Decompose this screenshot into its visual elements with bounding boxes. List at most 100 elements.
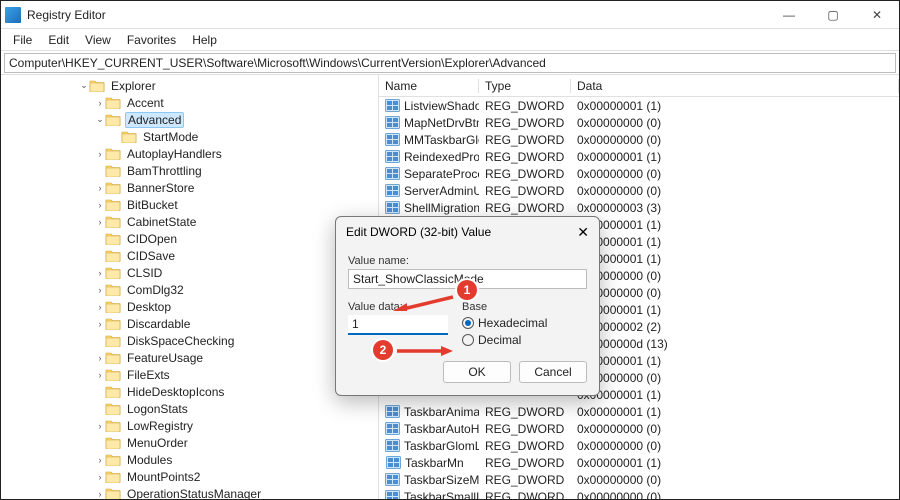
tree-item[interactable]: CIDSave (1, 247, 378, 264)
value-row[interactable]: ServerAdminUIREG_DWORD0x00000000 (0) (379, 182, 899, 199)
menu-help[interactable]: Help (186, 31, 223, 49)
chevron-right-icon[interactable]: › (95, 98, 105, 108)
tree-item[interactable]: ›Accent (1, 94, 378, 111)
col-type[interactable]: Type (479, 79, 571, 93)
value-data: 0x00000001 (1) (571, 150, 899, 164)
value-row[interactable]: TaskbarMnREG_DWORD0x00000001 (1) (379, 454, 899, 471)
minimize-button[interactable]: — (767, 1, 811, 28)
tree-item[interactable]: ›AutoplayHandlers (1, 145, 378, 162)
menu-view[interactable]: View (79, 31, 117, 49)
tree-item-label: DiskSpaceChecking (125, 334, 236, 348)
tree-item[interactable]: ›FeatureUsage (1, 349, 378, 366)
tree-item[interactable]: ›ComDlg32 (1, 281, 378, 298)
radio-hexadecimal[interactable]: Hexadecimal (462, 316, 547, 330)
folder-icon (105, 470, 121, 483)
chevron-right-icon[interactable]: › (95, 319, 105, 329)
tree-item[interactable]: ›Discardable (1, 315, 378, 332)
chevron-right-icon[interactable]: › (95, 489, 105, 499)
address-input[interactable] (4, 53, 896, 73)
tree-item[interactable]: ›CabinetState (1, 213, 378, 230)
value-data-input[interactable] (348, 315, 448, 335)
tree-item[interactable]: ›BitBucket (1, 196, 378, 213)
tree-item[interactable]: LogonStats (1, 400, 378, 417)
address-bar (1, 51, 899, 75)
chevron-right-icon[interactable]: › (95, 183, 105, 193)
value-row[interactable]: TaskbarAnimati...REG_DWORD0x00000001 (1) (379, 403, 899, 420)
tree-item[interactable]: › BannerStore (1, 179, 378, 196)
value-row[interactable]: MapNetDrvBtnREG_DWORD0x00000000 (0) (379, 114, 899, 131)
value-row[interactable]: TaskbarSizeMoveREG_DWORD0x00000000 (0) (379, 471, 899, 488)
tree-item[interactable]: BamThrottling (1, 162, 378, 179)
value-type: REG_DWORD (479, 473, 571, 487)
value-row[interactable]: ReindexedProfileREG_DWORD0x00000001 (1) (379, 148, 899, 165)
value-data: 0x00000001 (1) (571, 354, 899, 368)
tree-item[interactable]: StartMode (1, 128, 378, 145)
ok-button[interactable]: OK (443, 361, 511, 383)
chevron-right-icon[interactable]: › (95, 353, 105, 363)
menu-file[interactable]: File (7, 31, 38, 49)
tree-item[interactable]: CIDOpen (1, 230, 378, 247)
radio-dec-icon (462, 334, 474, 346)
value-name: TaskbarSmallIcons (404, 490, 479, 500)
menu-edit[interactable]: Edit (42, 31, 75, 49)
chevron-right-icon[interactable]: › (95, 302, 105, 312)
menu-favorites[interactable]: Favorites (121, 31, 182, 49)
col-data[interactable]: Data (571, 79, 899, 93)
value-row[interactable]: TaskbarSmallIconsREG_DWORD0x00000000 (0) (379, 488, 899, 499)
base-label: Base (462, 301, 547, 313)
chevron-right-icon[interactable]: › (95, 455, 105, 465)
close-button[interactable]: ✕ (855, 1, 899, 28)
radio-decimal[interactable]: Decimal (462, 333, 547, 347)
value-row[interactable]: MMTaskbarGlom...REG_DWORD0x00000000 (0) (379, 131, 899, 148)
value-row[interactable]: TaskbarGlomLevelREG_DWORD0x00000000 (0) (379, 437, 899, 454)
tree-item[interactable]: ›Modules (1, 451, 378, 468)
tree-item[interactable]: ›MountPoints2 (1, 468, 378, 485)
value-data: 0x00000000 (0) (571, 490, 899, 500)
tree-item[interactable]: ⌄Explorer (1, 77, 378, 94)
tree-item[interactable]: HideDesktopIcons (1, 383, 378, 400)
cancel-button[interactable]: Cancel (519, 361, 587, 383)
value-name: TaskbarAutoHide... (404, 422, 479, 436)
tree-item-label: MenuOrder (125, 436, 190, 450)
value-data: 0x00000000 (0) (571, 167, 899, 181)
tree-item[interactable]: ›FileExts (1, 366, 378, 383)
value-name: TaskbarAnimati... (404, 405, 479, 419)
tree-item[interactable]: DiskSpaceChecking (1, 332, 378, 349)
titlebar: Registry Editor — ▢ ✕ (1, 1, 899, 29)
value-data: 0x00000000 (0) (571, 269, 899, 283)
chevron-down-icon[interactable]: ⌄ (79, 80, 89, 91)
tree-item[interactable]: ⌄Advanced (1, 111, 378, 128)
col-name[interactable]: Name (379, 79, 479, 93)
maximize-button[interactable]: ▢ (811, 1, 855, 28)
chevron-right-icon[interactable]: › (95, 370, 105, 380)
value-row[interactable]: TaskbarAutoHide...REG_DWORD0x00000000 (0… (379, 420, 899, 437)
chevron-right-icon[interactable]: › (95, 472, 105, 482)
tree-item[interactable]: ›CLSID (1, 264, 378, 281)
value-data: 0x00000001 (1) (571, 218, 899, 232)
chevron-right-icon[interactable]: › (95, 285, 105, 295)
value-data: 0x00000001 (1) (571, 235, 899, 249)
dialog-close-button[interactable]: ✕ (577, 224, 589, 241)
tree-item[interactable]: ›Desktop (1, 298, 378, 315)
chevron-right-icon[interactable]: › (95, 217, 105, 227)
tree-item[interactable]: ›LowRegistry (1, 417, 378, 434)
folder-icon (105, 487, 121, 499)
value-type: REG_DWORD (479, 201, 571, 215)
tree-item[interactable]: MenuOrder (1, 434, 378, 451)
value-row[interactable]: SeparateProcessREG_DWORD0x00000000 (0) (379, 165, 899, 182)
chevron-right-icon[interactable]: › (95, 268, 105, 278)
value-row[interactable]: ListviewShadowREG_DWORD0x00000001 (1) (379, 97, 899, 114)
chevron-right-icon[interactable]: › (95, 200, 105, 210)
value-name: TaskbarGlomLevel (404, 439, 479, 453)
value-row[interactable]: ShellMigrationLe...REG_DWORD0x00000003 (… (379, 199, 899, 216)
chevron-right-icon[interactable]: › (95, 149, 105, 159)
tree-item[interactable]: ›OperationStatusManager (1, 485, 378, 499)
tree-item-label: BannerStore (125, 181, 196, 195)
value-name: ServerAdminUI (404, 184, 479, 198)
folder-icon (105, 147, 121, 160)
chevron-down-icon[interactable]: ⌄ (95, 114, 105, 125)
tree-item-label: BamThrottling (125, 164, 204, 178)
tree-pane[interactable]: ⌄Explorer›Accent⌄AdvancedStartMode›Autop… (1, 75, 379, 499)
reg-value-icon (385, 184, 400, 198)
chevron-right-icon[interactable]: › (95, 421, 105, 431)
